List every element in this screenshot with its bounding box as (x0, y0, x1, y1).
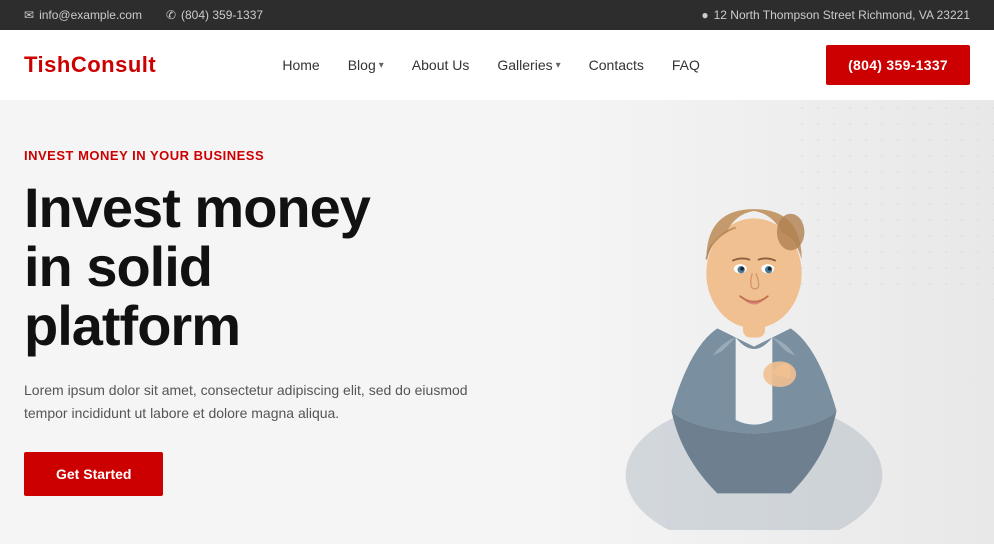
address-text: 12 North Thompson Street Richmond, VA 23… (714, 8, 970, 22)
galleries-chevron-icon: ▾ (556, 60, 561, 71)
top-bar: ✉ info@example.com ✆ (804) 359-1337 ● 12… (0, 0, 994, 30)
nav-blog-label: Blog (348, 57, 376, 73)
nav-home-label: Home (282, 57, 319, 73)
hero-image-area (514, 100, 994, 544)
header-cta-button[interactable]: (804) 359-1337 (826, 45, 970, 85)
main-nav: Home Blog ▾ About Us Galleries ▾ Contact… (282, 57, 700, 73)
hero-description: Lorem ipsum dolor sit amet, consectetur … (24, 379, 504, 424)
hero-title-line2: in solid (24, 235, 212, 298)
hero-person-image (534, 100, 974, 530)
nav-contacts[interactable]: Contacts (589, 57, 644, 73)
nav-about[interactable]: About Us (412, 57, 470, 73)
nav-home[interactable]: Home (282, 57, 319, 73)
logo[interactable]: TishConsult (24, 52, 156, 78)
hero-cta-button[interactable]: Get Started (24, 452, 163, 496)
nav-faq-label: FAQ (672, 57, 700, 73)
nav-galleries-label: Galleries (497, 57, 552, 73)
phone-icon: ✆ (166, 8, 176, 22)
email-icon: ✉ (24, 8, 34, 22)
nav-galleries[interactable]: Galleries ▾ (497, 57, 560, 73)
nav-blog[interactable]: Blog ▾ (348, 57, 384, 73)
top-bar-left: ✉ info@example.com ✆ (804) 359-1337 (24, 8, 263, 22)
email-contact[interactable]: ✉ info@example.com (24, 8, 142, 22)
hero-title: Invest money in solid platform (24, 179, 504, 355)
blog-chevron-icon: ▾ (379, 60, 384, 71)
hero-title-line3: platform (24, 294, 240, 357)
hero-content: Invest Money In Your Business Invest mon… (0, 100, 528, 544)
location-icon: ● (701, 8, 708, 22)
header: TishConsult Home Blog ▾ About Us Galleri… (0, 30, 994, 100)
nav-contacts-label: Contacts (589, 57, 644, 73)
email-text: info@example.com (39, 8, 142, 22)
phone-text: (804) 359-1337 (181, 8, 263, 22)
hero-section: Invest Money In Your Business Invest mon… (0, 100, 994, 544)
hero-title-line1: Invest money (24, 176, 370, 239)
phone-contact[interactable]: ✆ (804) 359-1337 (166, 8, 263, 22)
hero-tagline: Invest Money In Your Business (24, 148, 504, 163)
nav-about-label: About Us (412, 57, 470, 73)
nav-faq[interactable]: FAQ (672, 57, 700, 73)
address-contact: ● 12 North Thompson Street Richmond, VA … (701, 8, 970, 22)
